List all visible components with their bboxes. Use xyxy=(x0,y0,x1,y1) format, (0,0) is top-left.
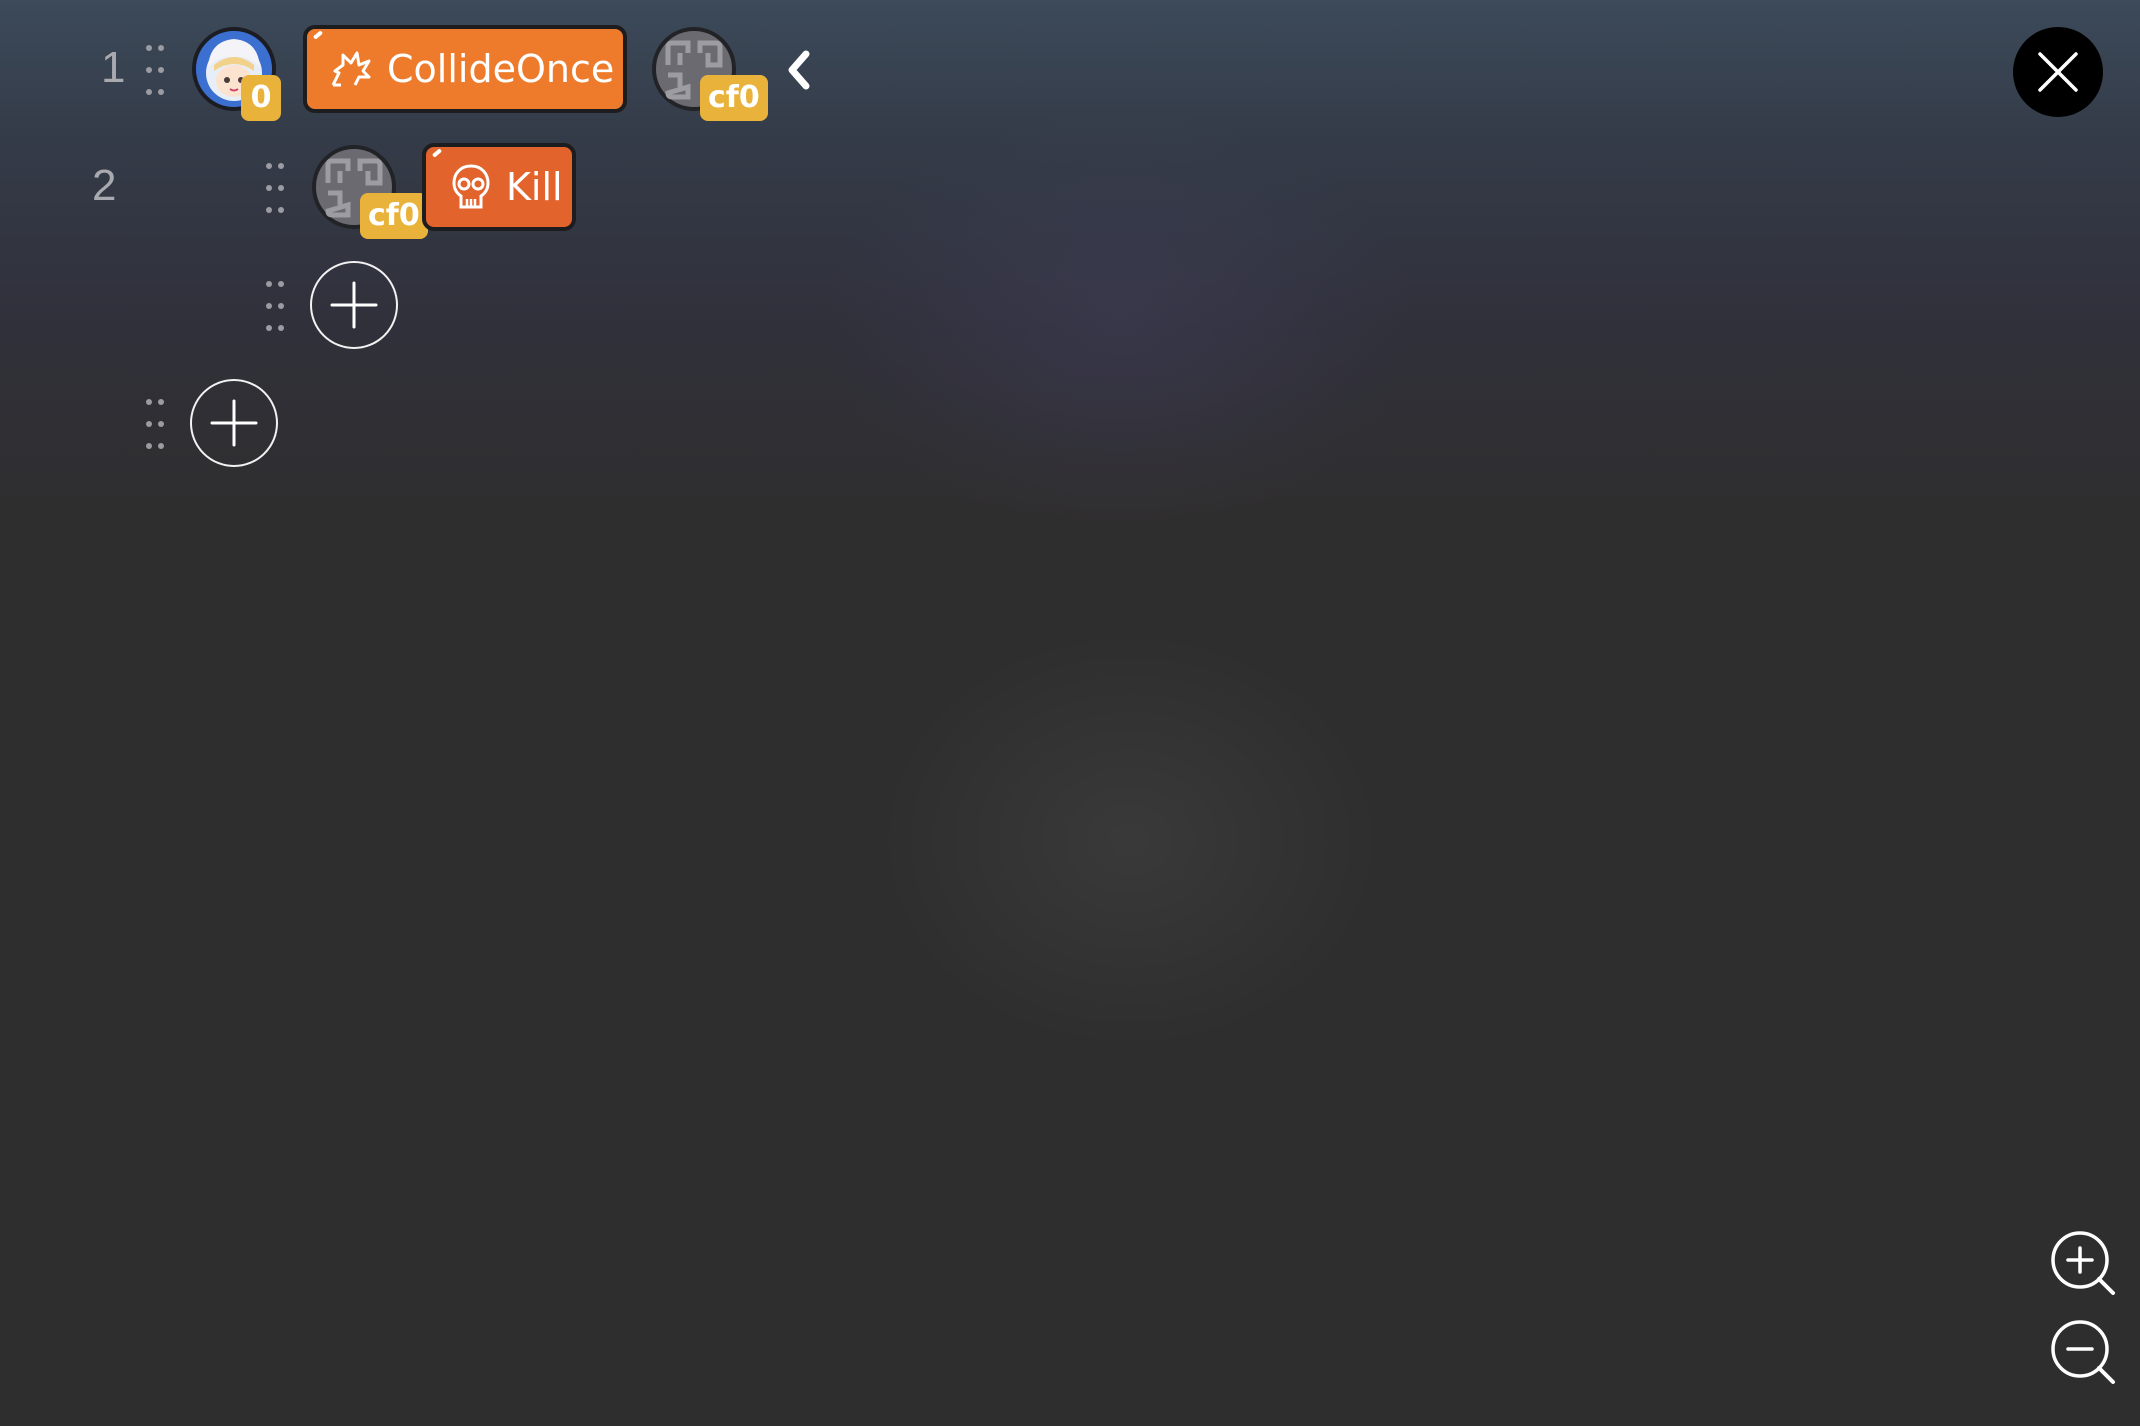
chevron-left-icon[interactable] xyxy=(784,49,814,91)
chip-glint xyxy=(312,30,324,40)
row-number-1: 1 xyxy=(101,43,126,92)
target-badge-row-2: cf0 xyxy=(360,193,428,239)
chip-glint xyxy=(431,148,443,158)
drag-handle-add-nested[interactable] xyxy=(264,279,284,333)
row-number-2: 2 xyxy=(92,161,117,210)
plus-icon xyxy=(210,399,258,447)
zoom-out-icon xyxy=(2051,1320,2115,1384)
drag-handle-row-1[interactable] xyxy=(144,43,164,97)
drag-handle-row-2[interactable] xyxy=(264,161,284,215)
zoom-in-icon xyxy=(2051,1231,2115,1295)
kill-label: Kill xyxy=(506,165,563,209)
plus-icon xyxy=(330,281,378,329)
drag-handle-add-row[interactable] xyxy=(144,397,164,451)
add-nested-rule-button[interactable] xyxy=(310,261,398,349)
player-badge: 0 xyxy=(241,75,281,121)
collide-once-label: CollideOnce xyxy=(387,47,615,91)
skull-icon xyxy=(452,164,490,209)
collision-burst-icon xyxy=(331,51,371,87)
zoom-out-button[interactable] xyxy=(2050,1319,2118,1387)
close-icon xyxy=(2038,52,2078,92)
target-badge-row-1: cf0 xyxy=(700,75,768,121)
collide-once-chip[interactable]: CollideOnce xyxy=(303,25,627,113)
kill-chip[interactable]: Kill xyxy=(422,143,576,231)
add-rule-button[interactable] xyxy=(190,379,278,467)
close-button[interactable] xyxy=(2013,27,2103,117)
zoom-in-button[interactable] xyxy=(2050,1230,2118,1298)
